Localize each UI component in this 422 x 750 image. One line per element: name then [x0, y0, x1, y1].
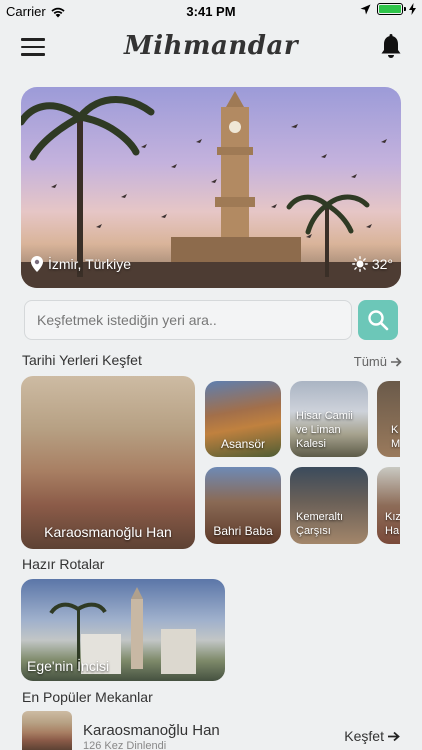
popular-thumbnail[interactable] — [22, 711, 72, 750]
routes-section-title: Hazır Rotalar — [22, 556, 105, 572]
place-card[interactable]: Asansör — [205, 381, 281, 457]
route-card-label: Ege'nin İncisi — [27, 658, 110, 674]
see-all-link[interactable]: Tümü — [354, 354, 402, 369]
place-card-label: Kız Ha — [385, 511, 400, 537]
hero-location: İzmir, Türkiye — [31, 256, 131, 272]
location-arrow-icon — [360, 4, 371, 14]
hero-weather: 32° — [351, 256, 393, 272]
see-all-label: Tümü — [353, 354, 387, 369]
place-card-label: Kemeraltı Çarşısı — [296, 511, 344, 537]
place-card-label: Bahri Baba — [213, 524, 273, 538]
search-input[interactable] — [24, 300, 352, 340]
hero-temperature: 32° — [371, 256, 393, 272]
place-card[interactable]: K M — [377, 381, 400, 457]
bell-icon[interactable] — [380, 34, 402, 60]
nav-bar: Mihmandar — [0, 26, 422, 70]
place-card-label: Asansör — [220, 437, 266, 451]
place-card[interactable]: Bahri Baba — [205, 467, 281, 544]
sun-icon — [351, 256, 368, 272]
clock: 3:41 PM — [186, 4, 236, 19]
popular-listen-count: 126 Kez Dinlendi — [83, 740, 167, 750]
popular-section-title: En Popüler Mekanlar — [22, 689, 153, 705]
charging-icon — [409, 3, 416, 15]
arrow-right-icon — [391, 356, 402, 367]
explore-button[interactable]: Keşfet — [344, 728, 400, 744]
arrow-right-icon — [388, 731, 400, 741]
place-card[interactable]: Hisar Camii ve Liman Kalesi — [290, 381, 368, 457]
app-title: Mihmandar — [123, 31, 299, 61]
battery-icon — [377, 3, 406, 15]
popular-place-name[interactable]: Karaosmanoğlu Han — [83, 722, 220, 739]
place-card-label: Hisar Camii ve Liman Kalesi — [296, 410, 353, 450]
place-card-label: K M — [391, 424, 400, 450]
status-right — [360, 3, 416, 15]
route-card[interactable]: Ege'nin İncisi — [21, 579, 225, 681]
place-card-featured[interactable]: Karaosmanoğlu Han — [21, 376, 195, 549]
place-card-featured-label: Karaosmanoğlu Han — [44, 524, 172, 540]
search-button[interactable] — [358, 300, 398, 340]
explore-label: Keşfet — [344, 728, 384, 744]
status-bar: Carrier 3:41 PM — [0, 0, 422, 22]
hero-image[interactable]: İzmir, Türkiye 32° — [21, 87, 401, 288]
location-pin-icon — [31, 256, 43, 272]
search-icon — [368, 310, 389, 331]
place-card[interactable]: Kemeraltı Çarşısı — [290, 467, 368, 544]
hero-location-label: İzmir, Türkiye — [48, 256, 131, 272]
place-card[interactable]: Kız Ha — [377, 467, 400, 544]
historic-section-title: Tarihi Yerleri Keşfet — [22, 352, 142, 368]
